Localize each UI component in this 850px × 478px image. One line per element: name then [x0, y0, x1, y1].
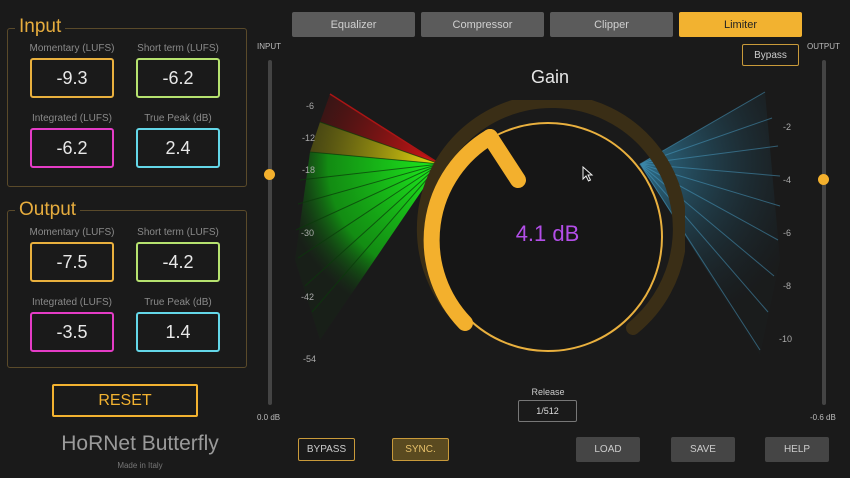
gain-value: 4.1 dB [515, 221, 580, 246]
meter-value: -9.3 [30, 58, 114, 98]
help-button[interactable]: HELP [765, 437, 829, 462]
meter-label: Short term (LUFS) [137, 227, 219, 238]
meter-label: True Peak (dB) [144, 113, 212, 124]
output-scale-tick: -10 [779, 334, 793, 344]
meter-value: 1.4 [136, 312, 220, 352]
bypass-button[interactable]: BYPASS [298, 438, 355, 461]
meter-label: Momentary (LUFS) [29, 227, 115, 238]
meter-value: -6.2 [30, 128, 114, 168]
brand-name: HoRNet Butterfly [61, 432, 219, 455]
input-group-title: Input [15, 16, 66, 38]
load-button[interactable]: LOAD [576, 437, 640, 462]
output-slider-handle[interactable] [818, 174, 829, 185]
input-slider-track[interactable] [268, 60, 272, 405]
output-group-title: Output [15, 199, 81, 221]
output-scale-tick: -2 [783, 122, 792, 132]
meter-value: 2.4 [136, 128, 220, 168]
meter-label: Integrated (LUFS) [31, 113, 113, 124]
output-slider-label: OUTPUT [807, 42, 840, 51]
input-scale-tick: -42 [301, 292, 315, 302]
meter-value: -3.5 [30, 312, 114, 352]
input-scale-tick: -6 [306, 101, 315, 111]
input-scale-tick: -30 [301, 228, 315, 238]
output-scale-tick: -6 [783, 228, 792, 238]
meter-value: -7.5 [30, 242, 114, 282]
input-slider-handle[interactable] [264, 169, 275, 180]
meter-value: -6.2 [136, 58, 220, 98]
meter-label: Short term (LUFS) [137, 43, 219, 54]
limiter-bypass-button[interactable]: Bypass [742, 44, 799, 66]
input-scale-tick: -54 [303, 354, 317, 364]
reset-button[interactable]: RESET [52, 384, 198, 417]
save-button[interactable]: SAVE [671, 437, 735, 462]
input-scale-tick: -12 [302, 133, 316, 143]
meter-label: Momentary (LUFS) [29, 43, 115, 54]
release-value-field[interactable]: 1/512 [518, 400, 577, 422]
input-scale-tick: -18 [302, 165, 316, 175]
input-slider-value: 0.0 dB [257, 413, 281, 422]
input-slider-label: INPUT [257, 42, 281, 51]
output-slider-track[interactable] [822, 60, 826, 405]
tab-clipper[interactable]: Clipper [550, 12, 673, 37]
meter-value: -4.2 [136, 242, 220, 282]
brand-subtitle: Made in Italy [117, 461, 163, 470]
mouse-pointer-icon [582, 166, 594, 182]
output-scale-tick: -4 [783, 175, 792, 185]
meter-label: True Peak (dB) [144, 297, 212, 308]
sync-button[interactable]: SYNC. [392, 438, 449, 461]
output-scale-tick: -8 [783, 281, 792, 291]
tab-compressor[interactable]: Compressor [421, 12, 544, 37]
tab-equalizer[interactable]: Equalizer [292, 12, 415, 37]
output-slider-value: -0.6 dB [810, 413, 836, 422]
gain-title: Gain [530, 67, 570, 87]
release-label: Release [531, 387, 565, 397]
meter-label: Integrated (LUFS) [31, 297, 113, 308]
tab-limiter[interactable]: Limiter [679, 12, 802, 37]
